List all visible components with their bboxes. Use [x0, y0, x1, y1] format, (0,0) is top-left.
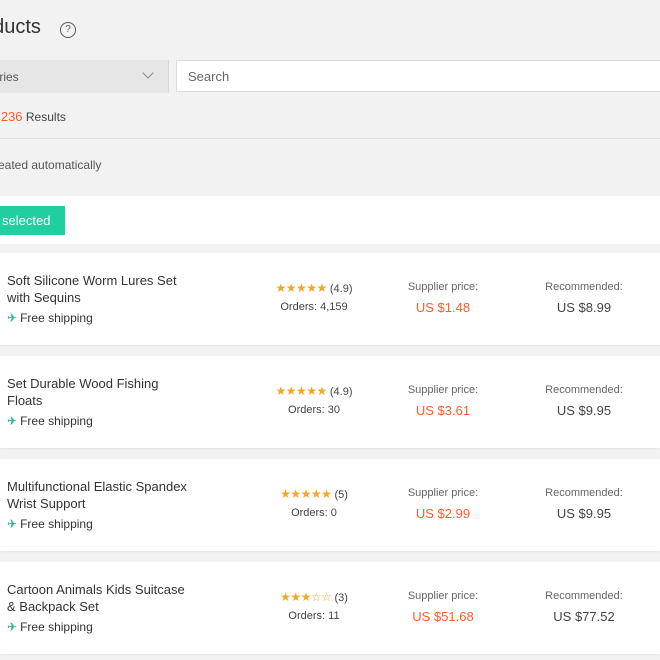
- recommended-price-label: Recommended:: [545, 384, 623, 396]
- airplane-icon: ✈: [7, 517, 18, 531]
- star-rating-icon: ★★★★★: [280, 487, 332, 501]
- supplier-price-label: Supplier price:: [407, 487, 479, 499]
- orders-count: Orders: 4,159: [280, 301, 348, 313]
- category-dropdown-label: gories: [0, 70, 19, 84]
- rating-value: (4.9): [329, 386, 353, 398]
- supplier-price-value: US $2.99: [415, 506, 471, 521]
- question-circle-icon[interactable]: ?: [60, 22, 76, 38]
- orders-count: Orders: 30: [288, 404, 340, 416]
- results-count: 5,236: [0, 109, 23, 124]
- rating-value: (4.9): [329, 283, 353, 295]
- free-shipping-tag: ✈ Free shipping: [7, 414, 93, 428]
- recommended-price-label: Recommended:: [545, 487, 623, 499]
- results-summary: 5,236 Results: [0, 109, 66, 124]
- recommended-price-value: US $9.95: [556, 403, 612, 418]
- action-bar: [0, 196, 660, 244]
- free-shipping-tag: ✈ Free shipping: [7, 620, 93, 634]
- page-title: oducts: [0, 16, 41, 38]
- search-input[interactable]: [176, 60, 660, 92]
- product-rating: ★★★★★ (4.9): [244, 281, 384, 295]
- supplier-price-value: US $3.61: [415, 403, 471, 418]
- airplane-icon: ✈: [7, 311, 18, 325]
- product-title[interactable]: Cartoon Animals Kids Suitcase & Backpack…: [7, 581, 197, 615]
- product-card[interactable]: Soft Silicone Worm Lures Set with Sequin…: [0, 253, 660, 345]
- star-rating-icon: ★★★★★: [275, 281, 328, 295]
- airplane-icon: ✈: [7, 414, 18, 428]
- free-shipping-tag: ✈ Free shipping: [7, 311, 93, 325]
- orders-count: Orders: 11: [288, 610, 340, 622]
- free-shipping-label: Free shipping: [20, 414, 93, 428]
- recommended-price-value: US $9.95: [556, 506, 612, 521]
- free-shipping-label: Free shipping: [20, 517, 93, 531]
- product-card[interactable]: Set Durable Wood Fishing Floats ✈ Free sh…: [0, 356, 660, 448]
- product-rating: ★★★☆☆ (3): [244, 590, 384, 604]
- recommended-price-label: Recommended:: [545, 590, 623, 602]
- page-header: oducts ? gories 5,236 Results: [0, 0, 660, 138]
- recommended-price-value: US $8.99: [556, 300, 612, 315]
- supplier-price-value: US $51.68: [412, 609, 474, 624]
- star-rating-icon: ★★★☆☆: [280, 590, 332, 604]
- supplier-price-label: Supplier price:: [407, 281, 479, 293]
- divider: [0, 138, 660, 139]
- category-dropdown[interactable]: gories: [0, 60, 169, 93]
- product-card[interactable]: Cartoon Animals Kids Suitcase & Backpack…: [0, 562, 660, 654]
- airplane-icon: ✈: [7, 620, 18, 634]
- notice-text: e created automatically: [0, 158, 102, 172]
- free-shipping-tag: ✈ Free shipping: [7, 517, 93, 531]
- product-rating: ★★★★★ (4.9): [244, 384, 384, 398]
- recommended-price-value: US $77.52: [553, 609, 615, 624]
- product-card[interactable]: Multifunctional Elastic Spandex Wrist Su…: [0, 459, 660, 551]
- recommended-price-label: Recommended:: [545, 281, 623, 293]
- orders-count: Orders: 0: [291, 507, 337, 519]
- chevron-down-icon: [142, 67, 154, 79]
- star-rating-icon: ★★★★★: [275, 384, 328, 398]
- product-title[interactable]: Soft Silicone Worm Lures Set with Sequin…: [7, 272, 197, 306]
- product-title[interactable]: Multifunctional Elastic Spandex Wrist Su…: [7, 478, 197, 512]
- supplier-price-value: US $1.48: [415, 300, 471, 315]
- product-title[interactable]: Set Durable Wood Fishing Floats: [7, 375, 197, 409]
- rating-value: (5): [334, 489, 348, 501]
- supplier-price-label: Supplier price:: [407, 590, 479, 602]
- product-rating: ★★★★★ (5): [244, 487, 384, 501]
- supplier-price-label: Supplier price:: [407, 384, 479, 396]
- free-shipping-label: Free shipping: [20, 311, 93, 325]
- free-shipping-label: Free shipping: [20, 620, 93, 634]
- rating-value: (3): [334, 592, 348, 604]
- results-label: Results: [25, 110, 66, 124]
- import-selected-button[interactable]: selected: [0, 206, 65, 235]
